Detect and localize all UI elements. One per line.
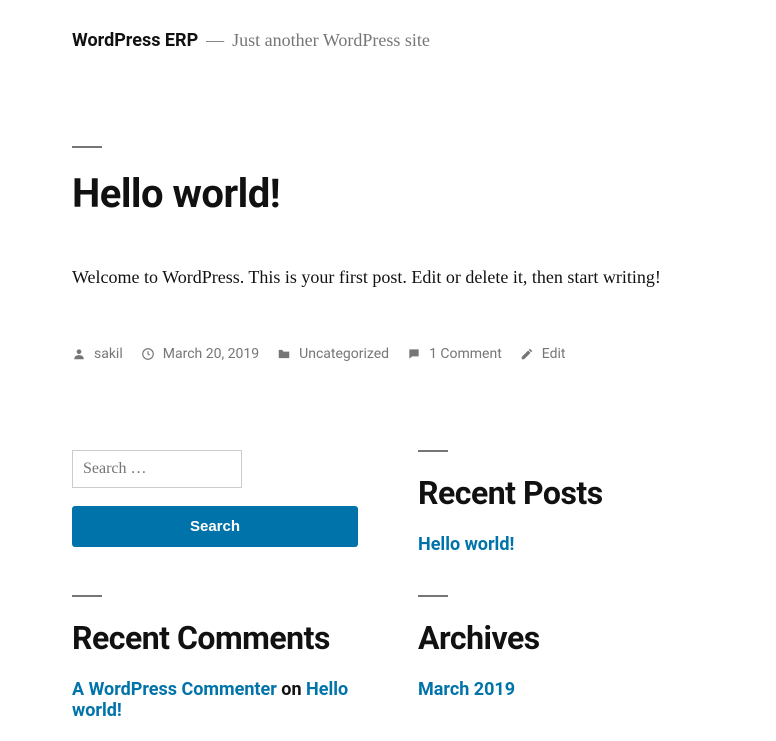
heading-rule	[418, 450, 448, 452]
search-button[interactable]: Search	[72, 506, 358, 547]
comment-on-text: on	[277, 679, 306, 700]
meta-edit: Edit	[520, 346, 566, 362]
recent-comments-title: Recent Comments	[72, 619, 358, 657]
search-widget: Search	[72, 450, 358, 555]
meta-category: Uncategorized	[277, 346, 389, 362]
author-icon	[72, 347, 86, 361]
tagline-dash: —	[206, 30, 224, 51]
comments-link[interactable]: 1 Comment	[429, 346, 502, 362]
heading-rule	[418, 595, 448, 597]
search-input[interactable]	[72, 450, 242, 488]
post: Hello world! Welcome to WordPress. This …	[72, 146, 704, 362]
meta-author: sakil	[72, 346, 123, 362]
site-header: WordPress ERP — Just another WordPress s…	[72, 30, 704, 51]
author-link[interactable]: sakil	[94, 346, 123, 362]
post-meta: sakil March 20, 2019 Uncategorized 1 Com…	[72, 346, 704, 362]
footer-widgets: Search Recent Posts Hello world! Recent …	[72, 450, 704, 721]
folder-icon	[277, 347, 291, 361]
date-link[interactable]: March 20, 2019	[163, 346, 259, 362]
commenter-link[interactable]: A WordPress Commenter	[72, 679, 277, 700]
post-content: Welcome to WordPress. This is your first…	[72, 267, 704, 288]
meta-date: March 20, 2019	[141, 346, 259, 362]
comment-icon	[407, 347, 421, 361]
meta-comments: 1 Comment	[407, 346, 502, 362]
archive-link[interactable]: March 2019	[418, 679, 704, 700]
recent-comment-item: A WordPress Commenter on Hello world!	[72, 679, 358, 721]
edit-link[interactable]: Edit	[542, 346, 566, 362]
category-link[interactable]: Uncategorized	[299, 346, 389, 362]
post-title[interactable]: Hello world!	[72, 170, 704, 217]
clock-icon	[141, 347, 155, 361]
heading-rule	[72, 595, 102, 597]
edit-icon	[520, 347, 534, 361]
recent-comments-widget: Recent Comments A WordPress Commenter on…	[72, 595, 358, 721]
archives-widget: Archives March 2019	[418, 595, 704, 721]
heading-rule	[72, 146, 102, 148]
site-tagline: Just another WordPress site	[232, 30, 430, 51]
site-title-link[interactable]: WordPress ERP	[72, 30, 198, 51]
recent-post-link[interactable]: Hello world!	[418, 534, 704, 555]
recent-posts-widget: Recent Posts Hello world!	[418, 450, 704, 555]
recent-posts-title: Recent Posts	[418, 474, 704, 512]
archives-title: Archives	[418, 619, 704, 657]
